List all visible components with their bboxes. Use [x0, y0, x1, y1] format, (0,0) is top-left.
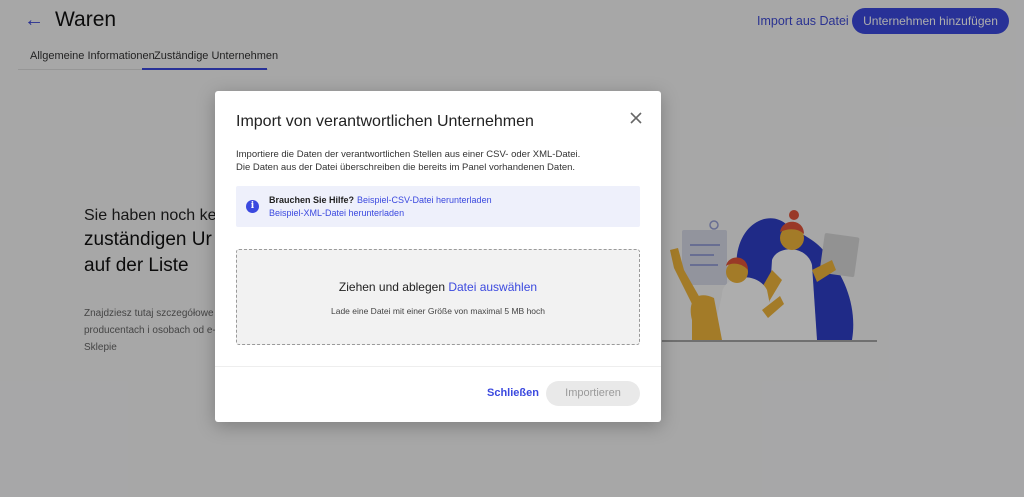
- select-file-link[interactable]: Datei auswählen: [448, 280, 537, 294]
- help-label: Brauchen Sie Hilfe?: [269, 195, 355, 205]
- dropzone-size-hint: Lade eine Datei mit einer Größe von maxi…: [330, 306, 545, 316]
- download-xml-example-link[interactable]: Beispiel-XML-Datei herunterladen: [269, 208, 404, 218]
- dialog-footer-divider: [215, 366, 661, 367]
- import-dialog: Import von verantwortlichen Unternehmen …: [215, 91, 661, 422]
- dropzone-prompt-text: Ziehen und ablegen: [338, 280, 449, 294]
- dialog-description: Importiere die Daten der verantwortliche…: [236, 148, 636, 174]
- dialog-description-line2: Die Daten aus der Datei überschreiben di…: [236, 162, 576, 173]
- download-csv-example-link[interactable]: Beispiel-CSV-Datei herunterladen: [357, 195, 492, 205]
- dialog-description-line1: Importiere die Daten der verantwortliche…: [236, 149, 581, 160]
- import-button[interactable]: Importieren: [546, 381, 640, 406]
- dropzone-prompt: Ziehen und ablegen Datei auswählen: [237, 280, 639, 294]
- close-button[interactable]: Schließen: [487, 387, 539, 399]
- dialog-title: Import von verantwortlichen Unternehmen: [236, 113, 534, 130]
- info-icon: i: [246, 200, 259, 213]
- file-dropzone[interactable]: Ziehen und ablegen Datei auswählen Lade …: [236, 249, 640, 345]
- close-icon[interactable]: [629, 111, 643, 125]
- help-box: i Brauchen Sie Hilfe? Beispiel-CSV-Datei…: [236, 186, 640, 227]
